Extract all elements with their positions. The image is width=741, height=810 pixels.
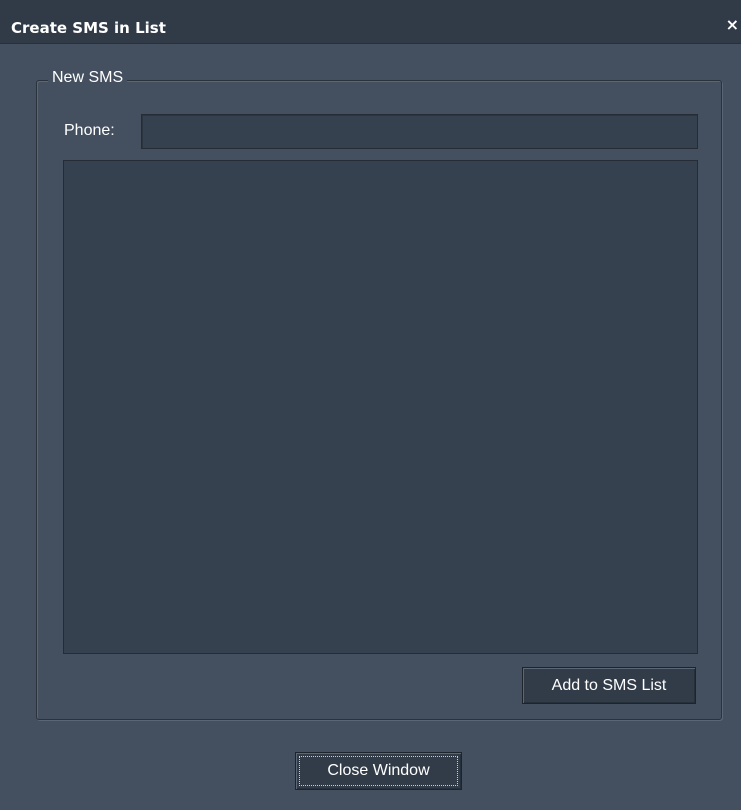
phone-label: Phone: [64, 122, 115, 139]
title-bar[interactable]: Create SMS in List × [0, 0, 741, 44]
close-window-button[interactable]: Close Window [295, 752, 462, 790]
close-icon[interactable]: × [726, 17, 739, 33]
phone-input[interactable] [141, 114, 698, 149]
groupbox-legend: New SMS [48, 67, 128, 89]
message-textarea[interactable] [63, 160, 698, 654]
add-to-sms-list-label: Add to SMS List [551, 676, 667, 694]
add-to-sms-list-button[interactable]: Add to SMS List [522, 667, 696, 704]
close-window-label: Close Window [327, 762, 430, 779]
window-title: Create SMS in List [11, 19, 166, 37]
create-sms-dialog: Create SMS in List × New SMS Phone: Add … [0, 0, 741, 810]
